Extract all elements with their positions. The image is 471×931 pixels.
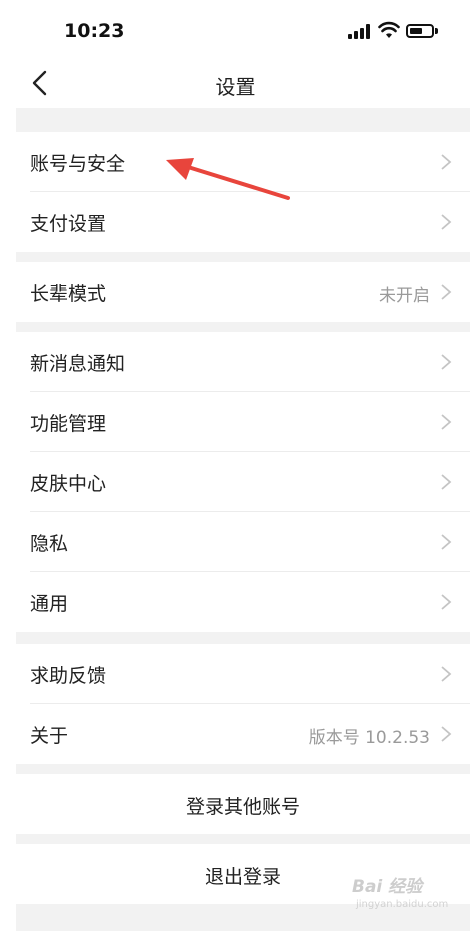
version-number: 版本号 10.2.53 bbox=[308, 728, 430, 748]
chevron-right-icon bbox=[441, 154, 452, 170]
chevron-right-icon bbox=[441, 726, 452, 742]
section-gap bbox=[16, 632, 470, 644]
settings-item-label: 关于 bbox=[30, 725, 69, 747]
annotation-arrow-icon bbox=[166, 158, 290, 200]
settings-item-label: 隐私 bbox=[30, 533, 69, 555]
section-gap bbox=[16, 252, 470, 262]
settings-item-label: 新消息通知 bbox=[30, 353, 126, 375]
settings-item-skin-center[interactable]: 皮肤中心 bbox=[16, 452, 470, 512]
chevron-right-icon bbox=[441, 534, 452, 550]
status-time: 10:23 bbox=[64, 20, 125, 42]
switch-account-label: 登录其他账号 bbox=[185, 796, 300, 818]
settings-item-label: 长辈模式 bbox=[30, 283, 107, 305]
chevron-right-icon bbox=[441, 414, 452, 430]
battery-icon bbox=[406, 24, 434, 38]
settings-item-label: 通用 bbox=[30, 593, 69, 615]
wifi-icon bbox=[378, 21, 400, 38]
battery-cap bbox=[435, 28, 438, 34]
settings-item-general[interactable]: 通用 bbox=[16, 572, 470, 632]
page-title: 设置 bbox=[215, 75, 256, 99]
chevron-right-icon bbox=[441, 594, 452, 610]
chevron-right-icon bbox=[441, 354, 452, 370]
settings-item-notifications[interactable]: 新消息通知 bbox=[16, 332, 470, 392]
cellular-signal-icon bbox=[348, 23, 372, 39]
chevron-right-icon bbox=[441, 284, 452, 300]
switch-account-button[interactable]: 登录其他账号 bbox=[16, 774, 470, 834]
settings-item-privacy[interactable]: 隐私 bbox=[16, 512, 470, 572]
elder-mode-status: 未开启 bbox=[379, 286, 430, 306]
settings-item-elder-mode[interactable]: 长辈模式 未开启 bbox=[16, 262, 470, 322]
section-gap bbox=[16, 834, 470, 844]
settings-item-about[interactable]: 关于 版本号 10.2.53 bbox=[16, 704, 470, 764]
settings-item-label: 皮肤中心 bbox=[30, 473, 107, 495]
watermark-sub: jingyan.baidu.com bbox=[356, 899, 449, 910]
settings-item-label: 支付设置 bbox=[30, 213, 107, 235]
watermark-text: Bai 经验 bbox=[352, 877, 423, 897]
settings-screen: 10:23 设置 账号与安全 支付设置 长辈模式 未开启 新消息通知 功能管理 … bbox=[0, 0, 471, 931]
settings-item-label: 功能管理 bbox=[30, 413, 107, 435]
settings-item-label: 求助反馈 bbox=[30, 665, 107, 687]
chevron-right-icon bbox=[441, 666, 452, 682]
status-bar: 10:23 bbox=[0, 0, 471, 58]
settings-item-feature-management[interactable]: 功能管理 bbox=[16, 392, 470, 452]
chevron-right-icon bbox=[441, 214, 452, 230]
section-gap bbox=[16, 764, 470, 774]
section-gap bbox=[16, 108, 470, 132]
settings-item-help-feedback[interactable]: 求助反馈 bbox=[16, 644, 470, 704]
nav-bar: 设置 bbox=[0, 58, 471, 108]
chevron-right-icon bbox=[441, 474, 452, 490]
settings-item-label: 账号与安全 bbox=[30, 153, 126, 175]
baidu-jingyan-watermark: Bai 经验 jingyan.baidu.com bbox=[352, 872, 464, 914]
section-gap bbox=[16, 322, 470, 332]
